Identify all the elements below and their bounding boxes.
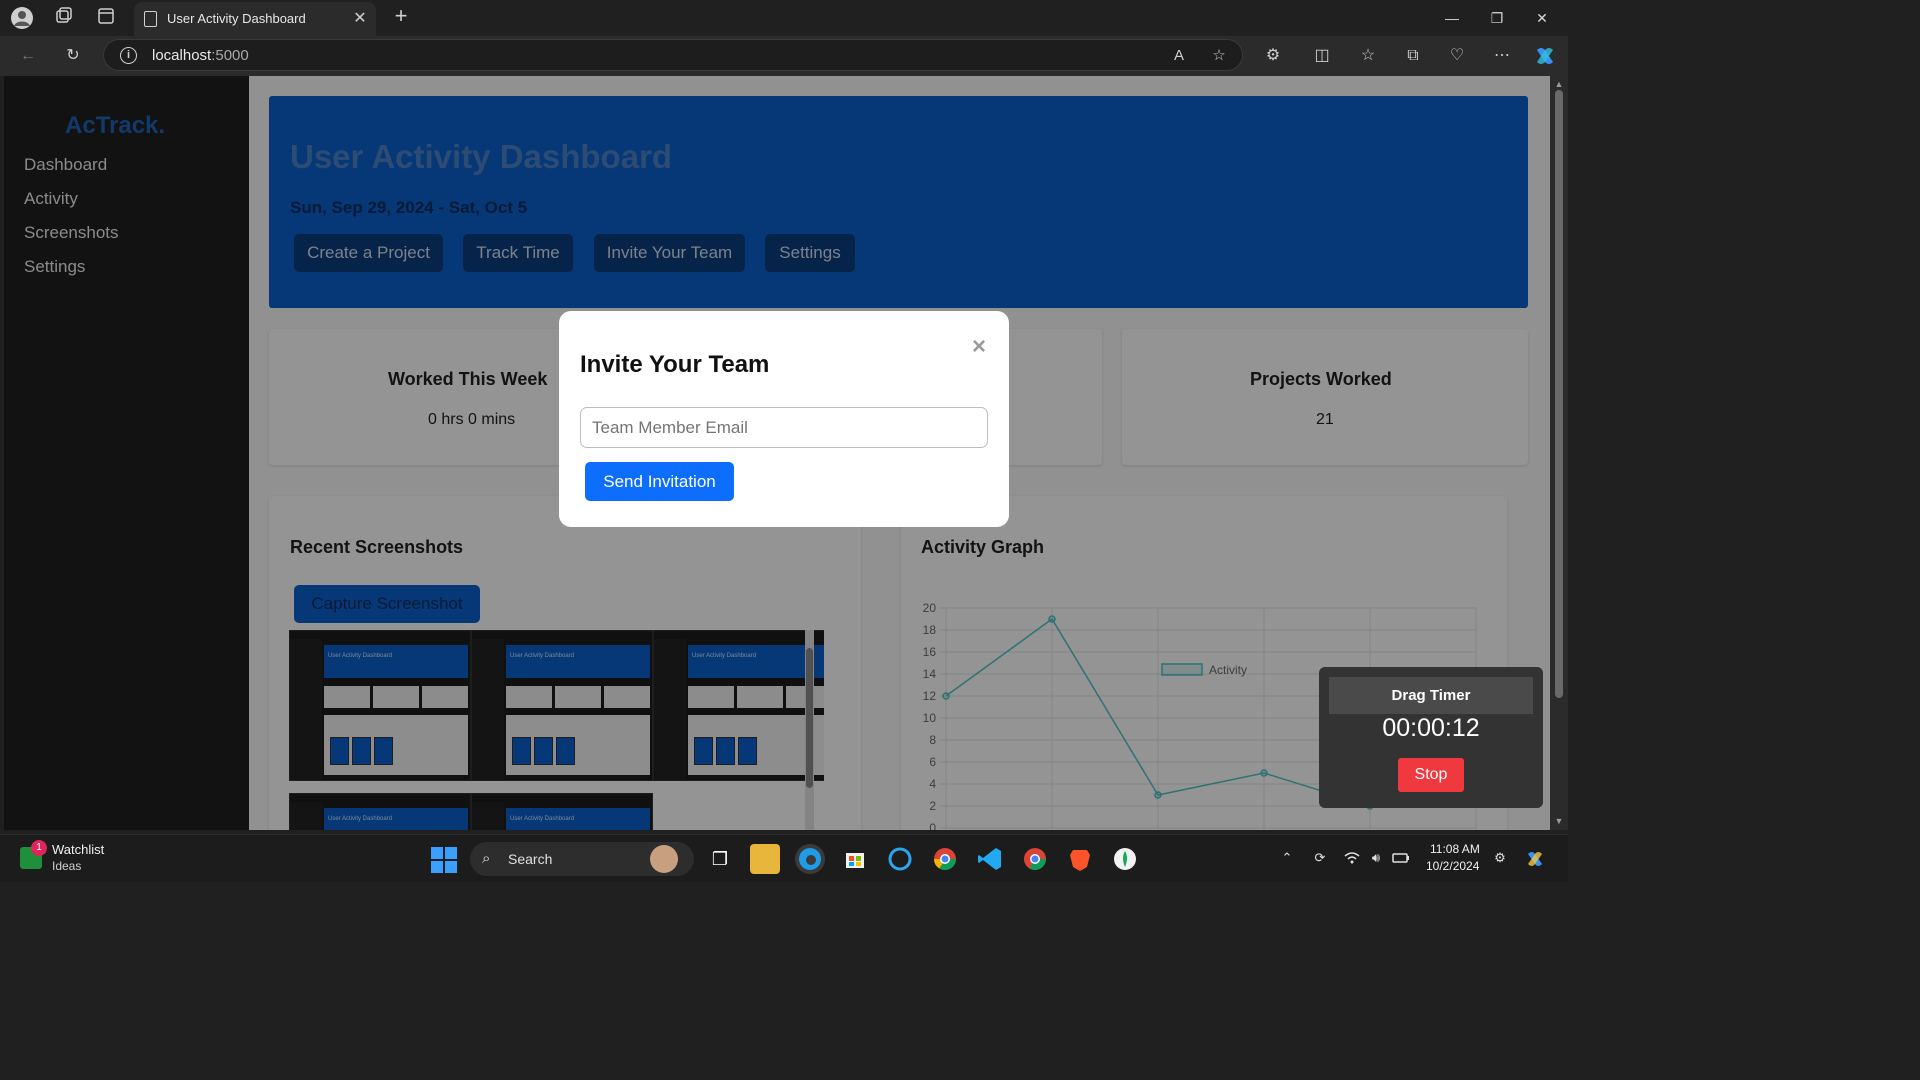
sync-icon[interactable]: ⟳ [1311, 849, 1329, 867]
favorite-star-icon[interactable]: ☆ [1208, 45, 1230, 67]
browser-tab-active[interactable]: User Activity Dashboard ✕ [134, 2, 376, 36]
copilot-icon[interactable] [1533, 44, 1557, 68]
minimize-icon[interactable]: — [1440, 6, 1464, 30]
restore-icon[interactable]: ❐ [1485, 6, 1509, 30]
vertical-tabs-icon[interactable] [94, 6, 118, 30]
scroll-up-icon[interactable]: ▲ [1553, 79, 1565, 89]
browser-toolbar: ← ↻ i localhost:5000 A ☆ ⚙ ◫ ☆ ⧉ ♡ ⋯ [0, 36, 1568, 76]
browser-essentials-icon[interactable]: ♡ [1445, 44, 1469, 68]
taskbar-search[interactable]: ⌕ Search [470, 842, 694, 876]
more-menu-icon[interactable]: ⋯ [1490, 44, 1514, 68]
url-text: localhost:5000 [152, 47, 249, 64]
close-modal-icon[interactable]: × [967, 335, 991, 359]
edge-browser-icon[interactable] [795, 844, 825, 874]
team-member-email-input[interactable] [580, 407, 988, 448]
start-windows-icon[interactable] [431, 847, 457, 873]
clock-time[interactable]: 11:08 AM [1430, 842, 1480, 856]
scroll-down-icon[interactable]: ▼ [1553, 816, 1565, 826]
file-explorer-icon[interactable] [750, 844, 780, 874]
collections-icon[interactable]: ⧉ [1401, 44, 1425, 68]
refresh-icon[interactable]: ↻ [61, 44, 85, 68]
show-hidden-icons-icon[interactable]: ⌃ [1278, 849, 1296, 867]
watchlist-subtitle: Ideas [52, 859, 82, 873]
volume-icon[interactable]: 🔊︎ [1367, 849, 1385, 867]
mongodb-compass-icon[interactable] [1110, 844, 1140, 874]
modal-title: Invite Your Team [580, 351, 770, 378]
timer-display: 00:00:12 [1382, 714, 1480, 742]
cortana-icon[interactable] [885, 844, 915, 874]
page-icon [144, 11, 157, 27]
brave-icon[interactable] [1065, 844, 1095, 874]
search-highlight-illustration [650, 845, 678, 873]
chrome-icon[interactable] [930, 844, 960, 874]
read-aloud-icon[interactable]: A [1168, 45, 1190, 67]
battery-icon[interactable] [1392, 849, 1410, 867]
drag-timer-widget[interactable]: Drag Timer 00:00:12 Stop [1319, 667, 1543, 808]
split-screen-icon[interactable]: ◫ [1310, 44, 1334, 68]
back-icon[interactable]: ← [16, 44, 40, 68]
wifi-icon[interactable] [1343, 849, 1361, 867]
extensions-icon[interactable]: ⚙ [1261, 44, 1285, 68]
search-icon: ⌕ [482, 850, 491, 867]
page-scrollbar[interactable]: ▲ ▼ [1550, 76, 1568, 830]
vscode-icon[interactable] [975, 844, 1005, 874]
notifications-icon[interactable]: ⚙ [1491, 849, 1509, 867]
workspaces-icon[interactable] [52, 6, 76, 30]
tab-title: User Activity Dashboard [167, 11, 306, 26]
page-scroll-thumb[interactable] [1555, 90, 1563, 698]
site-info-icon[interactable]: i [120, 47, 137, 64]
microsoft-store-icon[interactable] [840, 844, 870, 874]
close-tab-icon[interactable]: ✕ [350, 9, 370, 29]
send-invitation-button[interactable]: Send Invitation [585, 462, 734, 501]
address-bar[interactable]: i localhost:5000 A ☆ [103, 39, 1243, 71]
taskbar-search-label: Search [508, 851, 553, 867]
profile-icon[interactable] [10, 6, 34, 30]
new-tab-icon[interactable]: + [390, 4, 412, 28]
close-window-icon[interactable]: ✕ [1530, 6, 1554, 30]
watchlist-title[interactable]: Watchlist [52, 842, 104, 857]
task-view-icon[interactable]: ❐ [705, 844, 735, 874]
favorites-icon[interactable]: ☆ [1356, 44, 1380, 68]
invite-team-modal: Invite Your Team × Send Invitation [559, 311, 1009, 527]
browser-tab-bar: User Activity Dashboard ✕ + — ❐ ✕ [0, 0, 1568, 36]
drag-timer-handle[interactable]: Drag Timer [1329, 677, 1533, 714]
windows-taskbar: 1 Watchlist Ideas ⌕ Search ❐ ⌃ ⟳ 🔊︎ 11:0 [0, 834, 1568, 882]
chrome-profile-icon[interactable] [1020, 844, 1050, 874]
copilot-taskbar-icon[interactable] [1525, 849, 1543, 867]
watchlist-badge: 1 [31, 840, 47, 856]
stop-timer-button[interactable]: Stop [1398, 758, 1464, 792]
clock-date[interactable]: 10/2/2024 [1426, 859, 1479, 873]
